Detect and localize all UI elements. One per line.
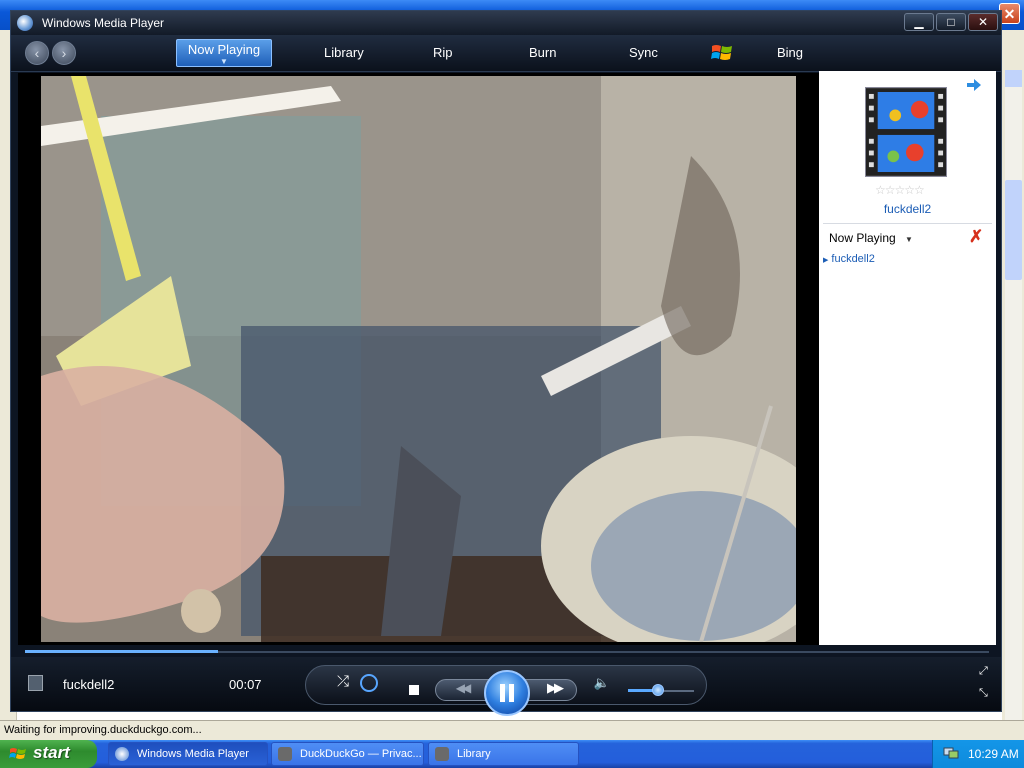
windows-logo-icon[interactable] <box>710 41 734 65</box>
start-button[interactable]: start <box>0 740 97 768</box>
playlist-header-label: Now Playing <box>829 231 896 245</box>
seek-progress <box>25 650 218 653</box>
window-title: Windows Media Player <box>42 16 165 30</box>
close-button[interactable]: ✕ <box>968 13 998 31</box>
media-type-icon[interactable] <box>28 675 43 691</box>
tab-library[interactable]: Library <box>324 45 364 60</box>
media-player-window: Windows Media Player ▁ □ ✕ ‹ › Now Playi… <box>10 10 1002 716</box>
back-arrow-icon[interactable]: ‹ <box>25 41 49 65</box>
forward-arrow-icon[interactable]: › <box>52 41 76 65</box>
playlist-header-dropdown[interactable]: Now Playing ▼ <box>829 231 913 245</box>
taskbar-item-label: Library <box>457 748 491 760</box>
rating-stars[interactable]: ☆☆☆☆☆ <box>875 183 925 197</box>
next-icon[interactable]: ▶▶ <box>539 680 569 696</box>
tab-now-playing-label: Now Playing <box>187 42 261 57</box>
playlist-item[interactable]: ▶ fuckdell2 <box>823 253 875 265</box>
list-pane: ☆☆☆☆☆ fuckdell2 Now Playing ▼ ✗ ▶ fuckdel… <box>819 71 996 645</box>
stop-icon[interactable] <box>409 685 419 695</box>
minimize-button[interactable]: ▁ <box>904 13 934 31</box>
pause-button[interactable] <box>484 670 530 716</box>
album-title-link[interactable]: fuckdell2 <box>819 202 996 216</box>
previous-icon[interactable]: ◀◀ <box>447 681 477 695</box>
raccoon-icon <box>278 747 292 761</box>
background-window-scrollbar[interactable] <box>1005 70 1022 750</box>
clock[interactable]: 10:29 AM <box>968 747 1019 761</box>
tab-now-playing[interactable]: Now Playing ▼ <box>176 39 272 67</box>
windows-flag-icon <box>9 748 26 759</box>
fullscreen-icon[interactable]: ⤢ <box>979 665 988 678</box>
media-player-titlebar[interactable]: Windows Media Player ▁ □ ✕ <box>11 11 1001 35</box>
background-window-close-button[interactable]: ✕ <box>999 3 1020 24</box>
tab-bing[interactable]: Bing <box>777 45 803 60</box>
now-playing-marker-icon: ▶ <box>823 257 829 264</box>
chevron-down-icon: ▼ <box>220 57 228 66</box>
video-frame-image <box>41 76 796 642</box>
taskbar-item-windows-media-player[interactable]: Windows Media Player <box>108 742 268 766</box>
background-window-right-edge <box>1002 30 1024 750</box>
playback-controls: fuckdell2 00:07 ⤮ ◀◀ ▶▶ 🔈 ⤢ ⤡ <box>11 657 1001 716</box>
divider <box>823 223 992 224</box>
raccoon-icon <box>435 747 449 761</box>
chevron-down-icon: ▼ <box>905 235 913 244</box>
video-display[interactable] <box>18 73 819 645</box>
pause-icon <box>500 684 505 702</box>
playlist-item-label: fuckdell2 <box>831 253 875 265</box>
navigation-bar: ‹ › Now Playing ▼ Library Rip Burn Sync … <box>11 35 1001 72</box>
wmp-icon <box>115 747 129 761</box>
tab-rip[interactable]: Rip <box>433 45 453 60</box>
tab-sync[interactable]: Sync <box>629 45 658 60</box>
tab-burn[interactable]: Burn <box>529 45 556 60</box>
shuffle-icon[interactable]: ⤮ <box>333 673 353 690</box>
speaker-icon[interactable]: 🔈 <box>593 675 611 691</box>
album-art-filmstrip-icon <box>865 87 947 177</box>
forward-arrow-icon[interactable] <box>966 78 982 92</box>
scroll-up-button[interactable] <box>1005 70 1022 87</box>
taskbar-item-label: DuckDuckGo — Privac... <box>300 748 422 760</box>
switch-to-library-icon[interactable]: ⤡ <box>979 687 988 700</box>
pause-icon-bar <box>509 684 514 702</box>
elapsed-time[interactable]: 00:07 <box>229 677 262 692</box>
system-tray: 10:29 AM <box>932 740 1024 768</box>
taskbar-item-label: Windows Media Player <box>137 748 249 760</box>
maximize-button[interactable]: □ <box>936 13 966 31</box>
taskbar: start Windows Media Player DuckDuckGo — … <box>0 740 1024 768</box>
network-icon[interactable] <box>943 746 959 760</box>
browser-status-text: Waiting for improving.duckduckgo.com... <box>4 724 202 736</box>
repeat-icon[interactable] <box>360 674 378 692</box>
media-title: fuckdell2 <box>63 677 115 692</box>
taskbar-item-library[interactable]: Library <box>428 742 579 766</box>
wmp-app-icon <box>17 15 33 31</box>
taskbar-item-duckduckgo[interactable]: DuckDuckGo — Privac... <box>271 742 424 766</box>
volume-thumb[interactable] <box>652 684 664 696</box>
seek-bar[interactable] <box>18 649 996 655</box>
scroll-thumb[interactable] <box>1005 180 1022 280</box>
clear-list-icon[interactable]: ✗ <box>969 227 983 247</box>
start-label: start <box>33 743 70 762</box>
browser-status-bar: Waiting for improving.duckduckgo.com... <box>0 720 1024 741</box>
